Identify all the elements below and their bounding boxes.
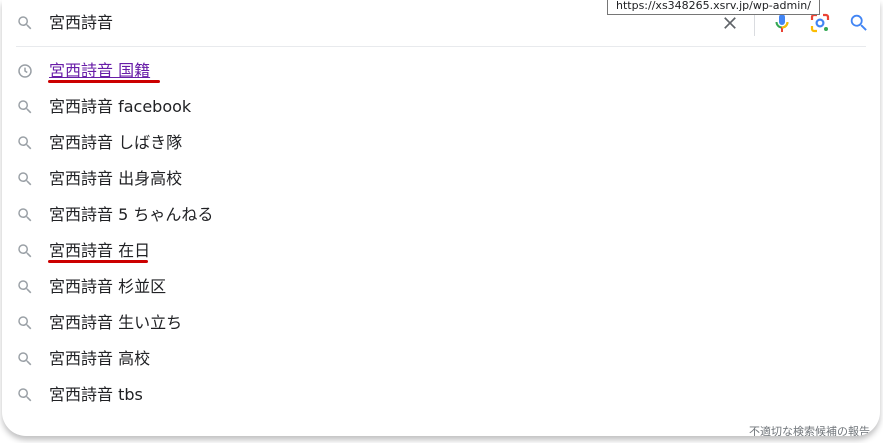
search-icon: [18, 280, 32, 294]
suggestion-item[interactable]: 宮西詩音 5 ちゃんねる: [2, 197, 880, 233]
search-icon: [18, 100, 32, 114]
report-suggestions-link[interactable]: 不適切な検索候補の報告: [749, 423, 870, 436]
stage: 宮西詩音 国籍 宮西詩音 facebook 宮西詩音 しばき隊 宮西詩音 出身高…: [0, 0, 883, 443]
url-tooltip: https://xs348265.xsrv.jp/wp-admin/: [607, 0, 820, 15]
suggestion-item[interactable]: 宮西詩音 杉並区: [2, 269, 880, 305]
search-icon: [18, 16, 32, 30]
suggestion-text[interactable]: 宮西詩音 5 ちゃんねる: [49, 204, 213, 226]
annotation-underline: [48, 260, 148, 263]
suggestion-item[interactable]: 宮西詩音 tbs: [2, 377, 880, 413]
search-icon: [18, 388, 32, 402]
suggestion-text[interactable]: 宮西詩音 生い立ち: [49, 312, 182, 334]
suggestion-item[interactable]: 宮西詩音 しばき隊: [2, 125, 880, 161]
search-suggestion-panel: 宮西詩音 国籍 宮西詩音 facebook 宮西詩音 しばき隊 宮西詩音 出身高…: [2, 0, 880, 436]
suggestion-item[interactable]: 宮西詩音 高校: [2, 341, 880, 377]
search-icon: [18, 136, 32, 150]
history-clock-icon: [18, 64, 32, 78]
annotation-underline: [48, 80, 160, 83]
suggestion-text[interactable]: 宮西詩音 出身高校: [49, 168, 182, 190]
suggestion-item[interactable]: 宮西詩音 生い立ち: [2, 305, 880, 341]
search-icon: [18, 172, 32, 186]
clear-icon[interactable]: [720, 13, 740, 33]
suggestion-text[interactable]: 宮西詩音 高校: [49, 348, 150, 370]
search-icon: [18, 244, 32, 258]
suggestion-item[interactable]: 宮西詩音 出身高校: [2, 161, 880, 197]
suggestion-text[interactable]: 宮西詩音 しばき隊: [49, 132, 182, 154]
suggestion-text[interactable]: 宮西詩音 国籍: [49, 60, 150, 82]
suggestion-text[interactable]: 宮西詩音 tbs: [49, 384, 143, 406]
suggestion-text[interactable]: 宮西詩音 杉並区: [49, 276, 166, 298]
suggestion-item[interactable]: 宮西詩音 国籍: [2, 53, 880, 89]
search-bar-separator: [16, 46, 866, 47]
suggestion-list: 宮西詩音 国籍 宮西詩音 facebook 宮西詩音 しばき隊 宮西詩音 出身高…: [2, 53, 880, 413]
search-input[interactable]: [49, 10, 689, 36]
suggestion-text[interactable]: 宮西詩音 facebook: [49, 96, 191, 118]
search-icon: [18, 208, 32, 222]
suggestion-text[interactable]: 宮西詩音 在日: [49, 240, 150, 262]
search-submit-icon[interactable]: [848, 12, 870, 34]
suggestion-item[interactable]: 宮西詩音 在日: [2, 233, 880, 269]
search-icon: [18, 352, 32, 366]
suggestion-item[interactable]: 宮西詩音 facebook: [2, 89, 880, 125]
search-icon: [18, 316, 32, 330]
